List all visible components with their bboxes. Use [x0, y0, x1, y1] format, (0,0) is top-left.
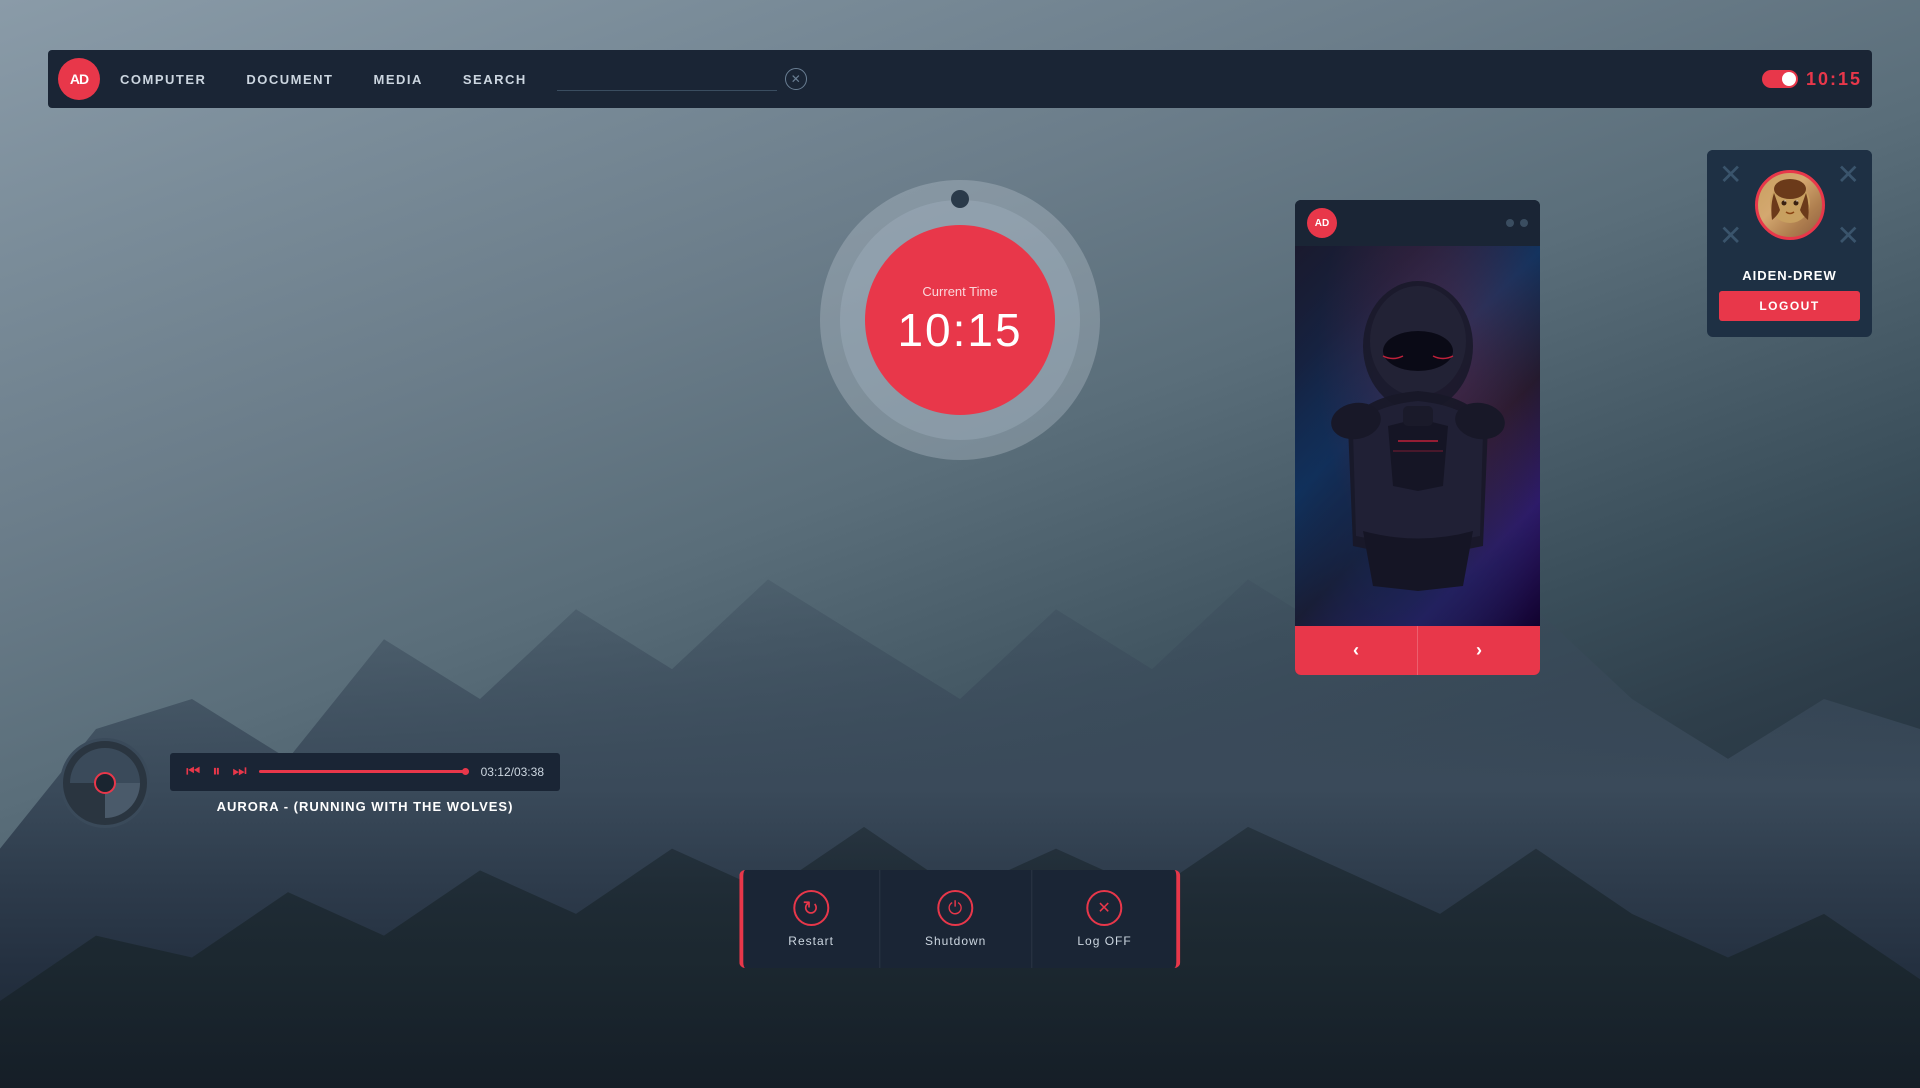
viewer-next-button[interactable]: › — [1418, 626, 1540, 675]
viewer-prev-button[interactable]: ‹ — [1295, 626, 1418, 675]
clock-inner-ring: Current Time 10:15 — [840, 200, 1080, 440]
shutdown-label: Shutdown — [925, 934, 986, 948]
viewer-header: AD — [1295, 200, 1540, 246]
x-mark-tl: ✕ — [1719, 158, 1742, 191]
restart-button[interactable]: ↻ Restart — [743, 870, 880, 968]
nav-document[interactable]: DOCUMENT — [246, 72, 333, 87]
image-viewer: AD — [1295, 200, 1540, 675]
progress-bar[interactable] — [259, 770, 469, 773]
rewind-button[interactable]: ⏮ — [186, 763, 200, 781]
search-area: ✕ — [557, 67, 1762, 91]
restart-label: Restart — [788, 934, 834, 948]
viewer-dot-1 — [1506, 219, 1514, 227]
album-center — [94, 772, 116, 794]
time-display-area: 10:15 — [1762, 69, 1862, 90]
clock-time: 10:15 — [897, 303, 1022, 357]
shutdown-button[interactable]: ⏻ Shutdown — [880, 870, 1032, 968]
viewer-logo: AD — [1307, 208, 1337, 238]
topbar: AD COMPUTER DOCUMENT MEDIA SEARCH ✕ 10:1… — [48, 50, 1872, 108]
figure-svg — [1328, 266, 1508, 606]
avatar-svg — [1760, 175, 1820, 235]
viewer-dots — [1506, 219, 1528, 227]
power-panel: ↻ Restart ⏻ Shutdown ✕ Log OFF — [739, 870, 1180, 968]
logoff-button[interactable]: ✕ Log OFF — [1032, 870, 1176, 968]
clock-label: Current Time — [922, 284, 997, 299]
album-art — [60, 738, 150, 828]
x-mark-tr: ✕ — [1837, 158, 1860, 191]
forward-button[interactable]: ⏭ — [232, 763, 246, 781]
player-controls: ⏮ ⏸ ⏭ 03:12/03:38 AURORA - (RUNNING WITH… — [170, 753, 560, 814]
logoff-icon: ✕ — [1087, 890, 1123, 926]
nav-menu: COMPUTER DOCUMENT MEDIA SEARCH — [120, 72, 527, 87]
logoff-label: Log OFF — [1077, 934, 1131, 948]
user-name: AIDEN-DREW — [1707, 260, 1872, 291]
viewer-image-content — [1295, 246, 1540, 626]
x-mark-br: ✕ — [1837, 219, 1860, 252]
clock-outer-ring: Current Time 10:15 — [820, 180, 1100, 460]
clock-face: Current Time 10:15 — [865, 225, 1055, 415]
controls-bar: ⏮ ⏸ ⏭ 03:12/03:38 — [170, 753, 560, 791]
topbar-time: 10:15 — [1806, 69, 1862, 90]
track-name: AURORA - (RUNNING WITH THE WOLVES) — [170, 799, 560, 814]
track-time: 03:12/03:38 — [481, 765, 544, 779]
album-art-inner — [70, 748, 140, 818]
pause-button[interactable]: ⏸ — [212, 763, 220, 781]
search-clear-button[interactable]: ✕ — [785, 68, 807, 90]
user-card-header: ✕ ✕ ✕ ✕ — [1707, 150, 1872, 260]
media-player: ⏮ ⏸ ⏭ 03:12/03:38 AURORA - (RUNNING WITH… — [60, 738, 560, 828]
time-toggle[interactable] — [1762, 70, 1798, 88]
shutdown-icon: ⏻ — [938, 890, 974, 926]
x-mark-bl: ✕ — [1719, 219, 1742, 252]
nav-search[interactable]: SEARCH — [463, 72, 527, 87]
restart-icon: ↻ — [793, 890, 829, 926]
viewer-image — [1295, 246, 1540, 626]
nav-computer[interactable]: COMPUTER — [120, 72, 206, 87]
search-input[interactable] — [557, 67, 777, 91]
power-buttons: ↻ Restart ⏻ Shutdown ✕ Log OFF — [743, 870, 1176, 968]
viewer-dot-2 — [1520, 219, 1528, 227]
user-card: ✕ ✕ ✕ ✕ AIDEN-DREW LOGOUT — [1707, 150, 1872, 337]
user-avatar — [1755, 170, 1825, 240]
viewer-nav: ‹ › — [1295, 626, 1540, 675]
clock-dot — [951, 190, 969, 208]
clock-widget: Current Time 10:15 — [820, 180, 1100, 460]
logo-button[interactable]: AD — [58, 58, 100, 100]
logo-text: AD — [70, 71, 88, 87]
nav-media[interactable]: MEDIA — [374, 72, 423, 87]
logout-button[interactable]: LOGOUT — [1719, 291, 1860, 321]
